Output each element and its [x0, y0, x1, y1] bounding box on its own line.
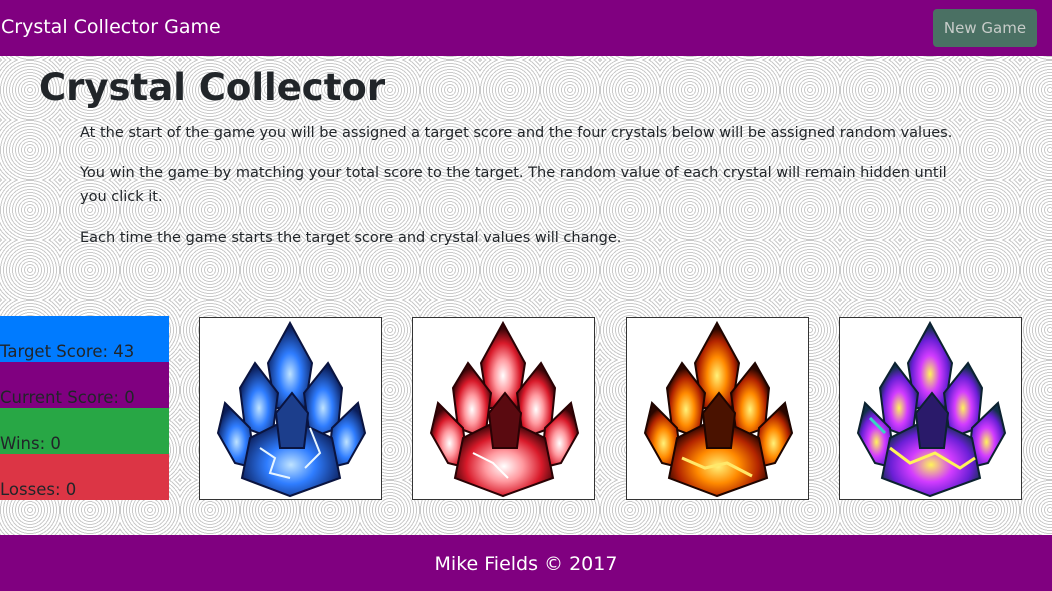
navbar: Crystal Collector Game New Game: [0, 0, 1052, 56]
wins-label: Wins: 0: [0, 434, 61, 453]
current-score-label: Current Score: 0: [0, 388, 135, 407]
new-game-button[interactable]: New Game: [933, 9, 1037, 47]
losses-label: Losses: 0: [0, 480, 77, 499]
page-title: Crystal Collector: [39, 66, 386, 109]
wins-panel: Wins: 0: [0, 408, 169, 454]
intro-paragraph: Each time the game starts the target sco…: [80, 230, 622, 246]
navbar-brand[interactable]: Crystal Collector Game: [1, 16, 221, 38]
footer-copyright: Mike Fields © 2017: [434, 553, 618, 575]
crystal-button-blue[interactable]: [199, 317, 382, 500]
crystal-button-orange[interactable]: [626, 317, 809, 500]
losses-panel: Losses: 0: [0, 454, 169, 500]
orange-crystal-icon: [643, 320, 794, 498]
intro-paragraph: At the start of the game you will be ass…: [80, 125, 953, 141]
crystal-button-purple[interactable]: [839, 317, 1022, 500]
crystal-button-red[interactable]: [412, 317, 595, 500]
purple-crystal-icon: [856, 320, 1007, 498]
blue-crystal-icon: [216, 320, 367, 498]
target-score-label: Target Score: 43: [0, 342, 135, 361]
target-score-panel: Target Score: 43: [0, 316, 169, 362]
intro-paragraph: You win the game by matching your total …: [80, 165, 947, 205]
footer: Mike Fields © 2017: [0, 535, 1052, 591]
red-crystal-icon: [429, 320, 580, 498]
current-score-panel: Current Score: 0: [0, 362, 169, 408]
